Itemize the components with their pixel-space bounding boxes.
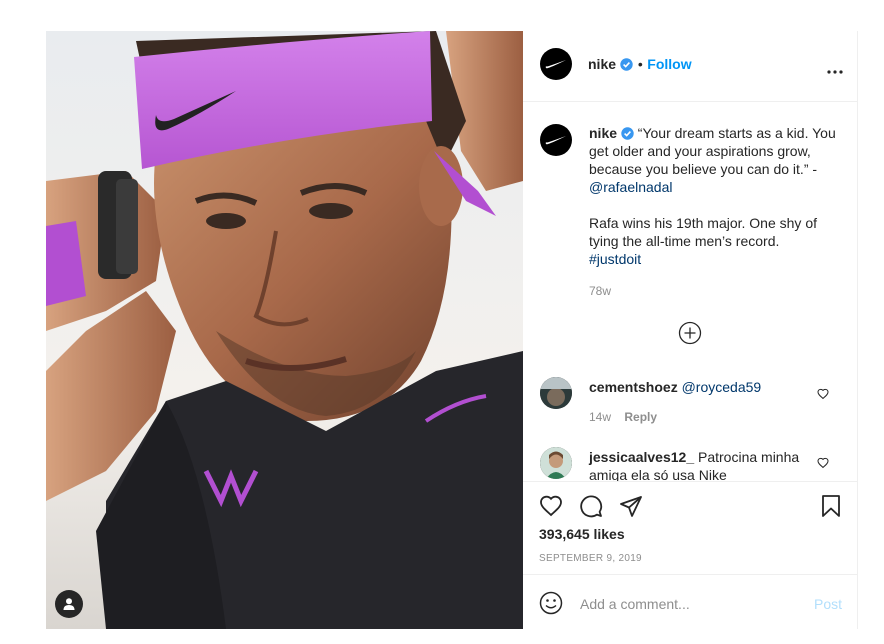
comment-item: jessicaalves12_ Patrocina minha amiga el… [589, 448, 809, 481]
heart-icon[interactable] [539, 494, 563, 518]
user-tag-button[interactable] [55, 590, 83, 618]
comment-input[interactable]: Add a comment... [580, 596, 690, 612]
more-icon [827, 70, 843, 74]
heart-icon[interactable] [817, 457, 829, 469]
comment-username[interactable]: cementshoez [589, 379, 678, 395]
header-separator: • [637, 56, 643, 72]
emoji-icon[interactable] [539, 591, 563, 615]
post-header: nike • Follow [523, 31, 857, 102]
profile-photo-icon [540, 447, 572, 479]
caption-avatar[interactable] [540, 124, 572, 156]
post-actions: 393,645 likes SEPTEMBER 9, 2019 [523, 481, 857, 580]
comment-timestamp[interactable]: 14w [589, 410, 611, 424]
post-card: nike • Follow nike “Your dream starts as… [46, 31, 858, 629]
comment-username[interactable]: jessicaalves12_ [589, 449, 694, 465]
tennis-player-image [46, 31, 523, 629]
avatar[interactable] [540, 377, 572, 409]
avatar[interactable] [540, 48, 572, 80]
post-caption: nike “Your dream starts as a kid. You ge… [589, 124, 839, 268]
swoosh-icon [545, 136, 566, 145]
more-options-button[interactable] [827, 58, 843, 79]
caption-timestamp[interactable]: 78w [589, 284, 611, 298]
add-comment-bar: Add a comment... Post [523, 574, 857, 630]
user-tag-icon [63, 598, 75, 610]
mention-link[interactable]: @rafaelnadal [589, 179, 673, 195]
verified-icon [621, 127, 634, 140]
comment-item: cementshoez @royceda59 [589, 378, 809, 396]
header-username[interactable]: nike [588, 56, 616, 72]
post-photo[interactable] [46, 31, 523, 629]
caption-username[interactable]: nike [589, 125, 617, 141]
post-date[interactable]: SEPTEMBER 9, 2019 [539, 553, 642, 564]
verified-icon [620, 58, 634, 71]
comment-mention[interactable]: @royceda59 [682, 379, 762, 395]
profile-photo-icon [540, 377, 572, 409]
hashtag-link[interactable]: #justdoit [589, 251, 641, 267]
follow-button[interactable]: Follow [647, 56, 691, 72]
post-side-panel: nike • Follow nike “Your dream starts as… [523, 31, 857, 629]
caption-text-body: Rafa wins his 19th major. One shy of tyi… [589, 215, 817, 249]
comment-meta: 14w Reply [589, 410, 657, 424]
likes-count[interactable]: 393,645 likes [539, 526, 625, 542]
swoosh-icon [545, 60, 566, 69]
avatar[interactable] [540, 447, 572, 479]
reply-button[interactable]: Reply [624, 410, 657, 424]
comments-list[interactable]: cementshoez @royceda59 14w Reply jessica [523, 361, 857, 481]
comment-icon[interactable] [579, 494, 603, 518]
plus-circle-icon[interactable] [678, 321, 702, 345]
bookmark-icon[interactable] [819, 494, 843, 518]
share-icon[interactable] [619, 494, 643, 518]
heart-icon[interactable] [817, 388, 829, 400]
post-button[interactable]: Post [814, 596, 842, 612]
